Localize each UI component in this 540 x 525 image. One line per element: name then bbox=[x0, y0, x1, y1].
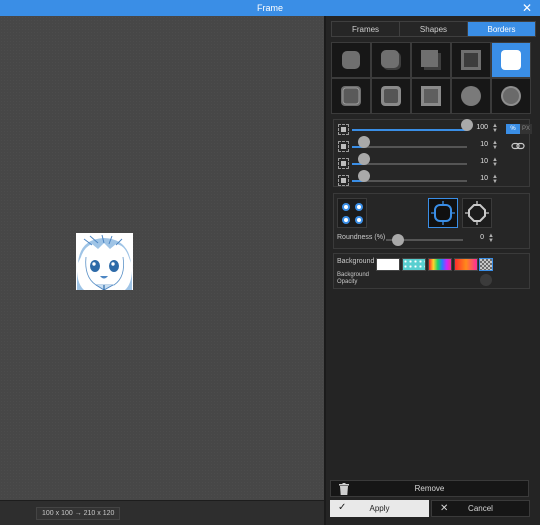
background-section: Background Background Opacity bbox=[333, 253, 530, 289]
slider-value: 10 bbox=[480, 141, 488, 148]
border-style-circle-ring[interactable] bbox=[491, 78, 531, 114]
remove-button[interactable]: Remove bbox=[330, 480, 529, 497]
roundness-label: Roundness (%) bbox=[337, 234, 386, 241]
border-top-icon bbox=[338, 141, 349, 152]
stepper-icon[interactable]: ▲ ▼ bbox=[488, 233, 494, 244]
roundness-thumb[interactable] bbox=[392, 234, 404, 246]
window-title: Frame bbox=[256, 3, 283, 13]
border-styles-grid bbox=[331, 42, 531, 114]
cancel-label: Cancel bbox=[468, 504, 493, 513]
background-swatch-transparent[interactable] bbox=[479, 258, 493, 271]
border-style-inset-rounded[interactable] bbox=[371, 78, 411, 114]
slider-thumb[interactable] bbox=[461, 119, 473, 131]
slider-value: 10 bbox=[480, 175, 488, 182]
border-style-circle[interactable] bbox=[451, 78, 491, 114]
corner-select-button[interactable] bbox=[337, 198, 367, 228]
unit-percent-button[interactable]: % bbox=[506, 124, 520, 134]
rounded-corner-icon bbox=[431, 201, 455, 225]
remove-label: Remove bbox=[414, 484, 445, 493]
slider-track[interactable] bbox=[352, 129, 467, 131]
slider-value: 100 bbox=[476, 124, 488, 131]
tab-frames[interactable]: Frames bbox=[332, 22, 400, 36]
rounded-corner-button[interactable] bbox=[428, 198, 458, 228]
image-preview bbox=[76, 233, 133, 290]
check-icon: ✓ bbox=[338, 502, 347, 513]
tab-shapes[interactable]: Shapes bbox=[400, 22, 468, 36]
border-middle-icon bbox=[338, 158, 349, 169]
canvas-area[interactable] bbox=[0, 16, 324, 500]
tab-bar: Frames Shapes Borders bbox=[331, 21, 536, 37]
background-opacity-knob[interactable] bbox=[480, 274, 492, 286]
slider-track[interactable] bbox=[352, 163, 467, 165]
slider-thumb[interactable] bbox=[357, 170, 370, 182]
border-style-square-frame[interactable] bbox=[451, 42, 491, 78]
trash-icon bbox=[339, 483, 349, 495]
background-label: Background bbox=[337, 258, 375, 265]
slider-track[interactable] bbox=[352, 180, 467, 182]
background-swatch-pattern[interactable] bbox=[402, 258, 426, 271]
slider-row-bottom: 10 ▲ ▼ bbox=[338, 170, 526, 189]
close-icon: ✕ bbox=[440, 503, 449, 514]
border-style-rounded[interactable] bbox=[331, 42, 371, 78]
background-swatch-rainbow[interactable] bbox=[428, 258, 452, 271]
border-style-rounded-shadow[interactable] bbox=[371, 42, 411, 78]
unit-pixels-button[interactable]: PX bbox=[520, 124, 532, 134]
settings-panel: Frames Shapes Borders 100 ▲ ▼ % PX 10 ▲ … bbox=[324, 16, 540, 525]
slider-fill bbox=[352, 129, 467, 131]
close-icon[interactable]: ✕ bbox=[520, 1, 534, 15]
roundness-value: 0 bbox=[480, 234, 484, 241]
tab-borders[interactable]: Borders bbox=[468, 22, 535, 36]
status-bar: 100 x 100 → 210 x 120 bbox=[0, 500, 324, 525]
border-style-inset-square[interactable] bbox=[411, 78, 451, 114]
stepper-icon[interactable]: ▲ ▼ bbox=[492, 157, 498, 168]
apply-button[interactable]: ✓ Apply bbox=[330, 500, 429, 517]
corners-section: Roundness (%) 0 ▲ ▼ bbox=[333, 193, 530, 249]
background-opacity-label: Background Opacity bbox=[337, 272, 370, 285]
cancel-button[interactable]: ✕ Cancel bbox=[431, 500, 530, 517]
slider-thumb[interactable] bbox=[357, 136, 370, 148]
stepper-icon[interactable]: ▲ ▼ bbox=[492, 123, 498, 134]
border-style-outline-rounded[interactable] bbox=[331, 78, 371, 114]
slider-value: 10 bbox=[480, 158, 488, 165]
border-size-icon bbox=[338, 124, 349, 135]
slider-thumb[interactable] bbox=[357, 153, 370, 165]
chamfered-corner-icon bbox=[465, 201, 489, 225]
border-style-square-shadow[interactable] bbox=[411, 42, 451, 78]
link-icon[interactable] bbox=[511, 141, 525, 151]
background-swatch-gradient[interactable] bbox=[454, 258, 478, 271]
dimensions-readout: 100 x 100 → 210 x 120 bbox=[36, 507, 121, 520]
background-swatch-white[interactable] bbox=[376, 258, 400, 271]
border-bottom-icon bbox=[338, 175, 349, 186]
stepper-icon[interactable]: ▲ ▼ bbox=[492, 140, 498, 151]
slider-track[interactable] bbox=[352, 146, 467, 148]
title-bar: Frame ✕ bbox=[0, 0, 540, 16]
chamfered-corner-button[interactable] bbox=[462, 198, 492, 228]
border-style-white-rounded[interactable] bbox=[491, 42, 531, 78]
stepper-icon[interactable]: ▲ ▼ bbox=[492, 174, 498, 185]
border-size-section: 100 ▲ ▼ % PX 10 ▲ ▼ 10 ▲ ▼ 10 ▲ ▼ bbox=[333, 119, 532, 189]
apply-label: Apply bbox=[369, 504, 390, 513]
